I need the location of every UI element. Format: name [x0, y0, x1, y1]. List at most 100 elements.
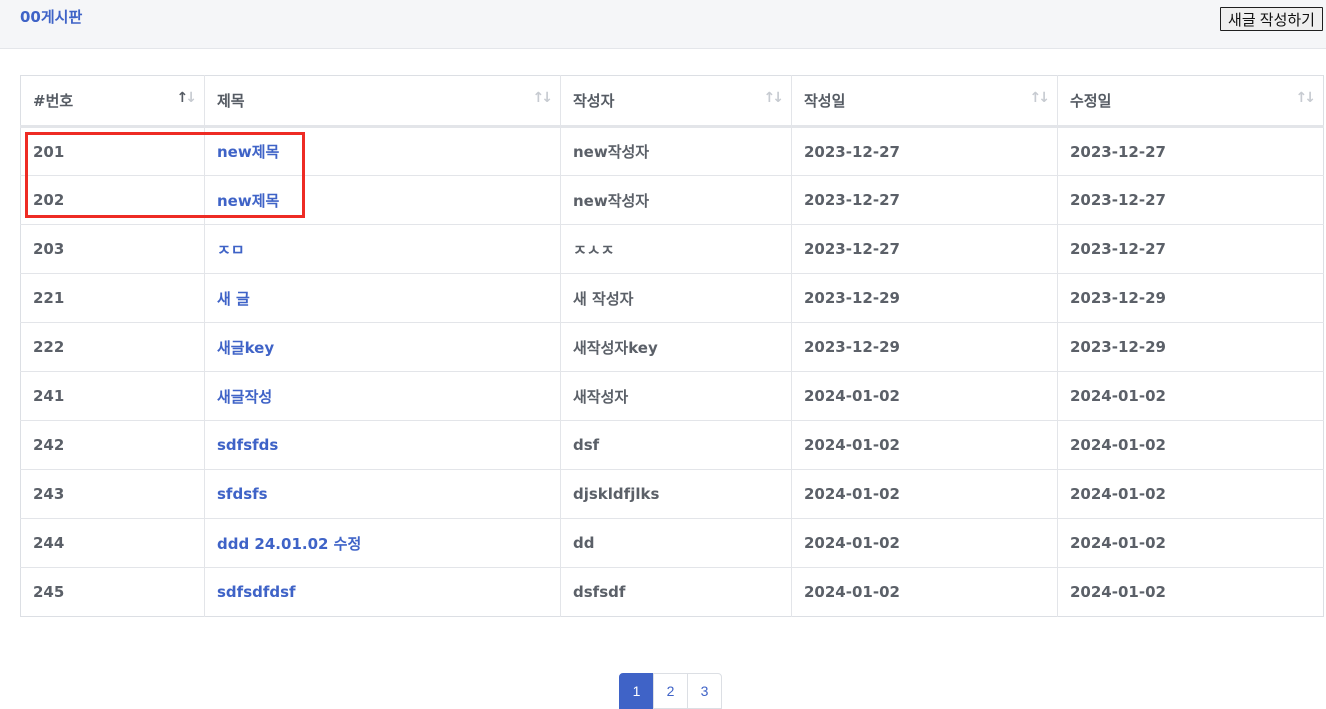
post-updated-date-cell: 2024-01-02: [1070, 485, 1166, 503]
page-button-3[interactable]: 3: [687, 673, 722, 709]
table-row: 244 ddd 24.01.02 수정 dd 2024-01-02 2024-01-02: [20, 518, 1324, 568]
sort-arrows-icon[interactable]: ↑↓: [1030, 90, 1050, 106]
post-number-cell: 221: [33, 289, 65, 307]
post-number-cell: 245: [33, 583, 65, 601]
post-updated-date-cell: 2023-12-29: [1070, 338, 1166, 356]
post-created-date-cell: 2024-01-02: [791, 469, 1058, 519]
column-header-label: 제목: [217, 92, 245, 110]
post-author-cell: 새작성자key: [573, 338, 658, 357]
post-updated-date-cell: 2023-12-27: [1057, 175, 1324, 225]
column-header-updated[interactable]: 수정일 ↑↓: [1057, 75, 1324, 128]
post-author-cell: djskldfjlks: [573, 485, 660, 503]
post-author-cell: dd: [560, 518, 792, 568]
page-button-2[interactable]: 2: [653, 673, 688, 709]
post-created-date-cell: 2023-12-29: [804, 338, 900, 356]
column-header-author[interactable]: 작성자 ↑↓: [560, 75, 792, 128]
post-title-link[interactable]: 새 글: [217, 290, 250, 308]
post-author-cell: 새 작성자: [560, 273, 792, 323]
post-title-link[interactable]: ddd 24.01.02 수정: [217, 535, 361, 553]
post-title-link[interactable]: 새글key: [217, 339, 274, 357]
post-number-cell: 243: [33, 485, 65, 503]
post-created-date-cell: 2024-01-02: [791, 420, 1058, 470]
write-new-post-button[interactable]: 새글 작성하기: [1220, 7, 1323, 31]
post-title-cell: sdfsfds: [204, 420, 561, 470]
table-row: 243 sfdsfs djskldfjlks 2024-01-02 2024-01-02: [20, 469, 1324, 519]
column-header-created[interactable]: 작성일 ↑↓: [791, 75, 1058, 128]
table-header: #번호 ↑↓ 제목 ↑↓ 작성자 ↑↓ 작성일 ↑↓ 수정일 ↑↓: [20, 75, 1324, 128]
post-title-cell: ddd 24.01.02 수정: [204, 518, 561, 568]
post-title-cell: 새글작성: [204, 371, 561, 421]
board-title-link[interactable]: 00게시판: [20, 6, 82, 27]
table-row: 203 ㅈㅁ ㅈㅅㅈ 2023-12-27 2023-12-27: [20, 224, 1324, 274]
table-row: 221 새 글 새 작성자 2023-12-29 2023-12-29: [20, 273, 1324, 323]
post-title-link[interactable]: 새글작성: [217, 388, 272, 406]
post-title-cell: sdfsdfdsf: [204, 567, 561, 617]
post-updated-date-cell: 2024-01-02: [1057, 420, 1324, 470]
post-author-cell: ㅈㅅㅈ: [573, 240, 615, 259]
post-created-date-cell: 2023-12-27: [791, 126, 1058, 176]
post-updated-date-cell: 2024-01-02: [1057, 371, 1324, 421]
post-author-cell: 새작성자: [573, 387, 629, 406]
post-number-cell: 242: [21, 421, 205, 470]
post-created-date-cell: 2024-01-02: [791, 518, 1058, 568]
page-button-1[interactable]: 1: [619, 673, 654, 709]
post-updated-date-cell: 2023-12-27: [1070, 191, 1166, 209]
post-number-cell: 243: [21, 470, 205, 519]
post-updated-date-cell: 2023-12-27: [1057, 224, 1324, 274]
post-title-cell: 새글key: [204, 322, 561, 372]
post-updated-date-cell: 2024-01-02: [1070, 583, 1166, 601]
post-author-cell: 새 작성자: [573, 289, 634, 308]
post-number-cell: 242: [33, 436, 65, 454]
post-title-cell: 새 글: [204, 273, 561, 323]
sort-arrows-icon[interactable]: ↑↓: [533, 90, 553, 106]
post-updated-date-cell: 2023-12-29: [1070, 289, 1166, 307]
table-row: 245 sdfsdfdsf dsfsdf 2024-01-02 2024-01-02: [20, 567, 1324, 617]
post-created-date-cell: 2023-12-27: [804, 142, 900, 161]
sort-arrows-icon[interactable]: ↑↓: [177, 90, 197, 106]
post-author-cell: dsfsdf: [560, 567, 792, 617]
post-author-cell: dsf: [573, 436, 600, 454]
highlight-box: [25, 132, 305, 218]
post-created-date-cell: 2023-12-27: [804, 191, 900, 209]
sort-arrows-icon[interactable]: ↑↓: [764, 90, 784, 106]
column-header-title[interactable]: 제목 ↑↓: [204, 75, 561, 128]
post-title-link[interactable]: sdfsfds: [217, 436, 278, 454]
post-title-cell: ㅈㅁ: [204, 224, 561, 274]
post-created-date-cell: 2024-01-02: [804, 534, 900, 552]
post-number-cell: 221: [21, 274, 205, 323]
post-created-date-cell: 2024-01-02: [791, 567, 1058, 617]
post-updated-date-cell: 2023-12-27: [1070, 142, 1166, 161]
post-created-date-cell: 2024-01-02: [804, 387, 900, 405]
post-author-cell: dsfsdf: [573, 583, 626, 601]
table-row: 242 sdfsfds dsf 2024-01-02 2024-01-02: [20, 420, 1324, 470]
post-title-link[interactable]: sfdsfs: [217, 485, 268, 503]
post-author-cell: new작성자: [560, 175, 792, 225]
post-author-cell: dd: [573, 534, 595, 552]
column-header-label: 작성자: [573, 92, 615, 110]
post-updated-date-cell: 2024-01-02: [1070, 387, 1166, 405]
post-created-date-cell: 2023-12-27: [804, 240, 900, 258]
post-updated-date-cell: 2024-01-02: [1070, 534, 1166, 552]
post-created-date-cell: 2023-12-29: [804, 289, 900, 307]
table-row: 241 새글작성 새작성자 2024-01-02 2024-01-02: [20, 371, 1324, 421]
column-header-label: #번호: [33, 92, 74, 110]
post-author-cell: ㅈㅅㅈ: [560, 224, 792, 274]
post-updated-date-cell: 2024-01-02: [1057, 518, 1324, 568]
post-number-cell: 241: [33, 387, 65, 405]
post-number-cell: 244: [33, 534, 65, 552]
post-title-cell: sfdsfs: [204, 469, 561, 519]
sort-arrows-icon[interactable]: ↑↓: [1296, 90, 1316, 106]
post-updated-date-cell: 2023-12-27: [1057, 126, 1324, 176]
top-bar: 00게시판 새글 작성하기: [0, 0, 1326, 49]
column-header-number[interactable]: #번호 ↑↓: [20, 75, 205, 128]
post-author-cell: new작성자: [573, 143, 650, 161]
table-row: 222 새글key 새작성자key 2023-12-29 2023-12-29: [20, 322, 1324, 372]
post-title-link[interactable]: sdfsdfdsf: [217, 583, 296, 601]
post-updated-date-cell: 2024-01-02: [1057, 567, 1324, 617]
post-author-cell: new작성자: [573, 191, 650, 210]
post-created-date-cell: 2024-01-02: [804, 583, 900, 601]
post-created-date-cell: 2023-12-27: [791, 224, 1058, 274]
post-number-cell: 222: [21, 323, 205, 372]
post-updated-date-cell: 2024-01-02: [1070, 436, 1166, 454]
post-title-link[interactable]: ㅈㅁ: [217, 241, 245, 259]
